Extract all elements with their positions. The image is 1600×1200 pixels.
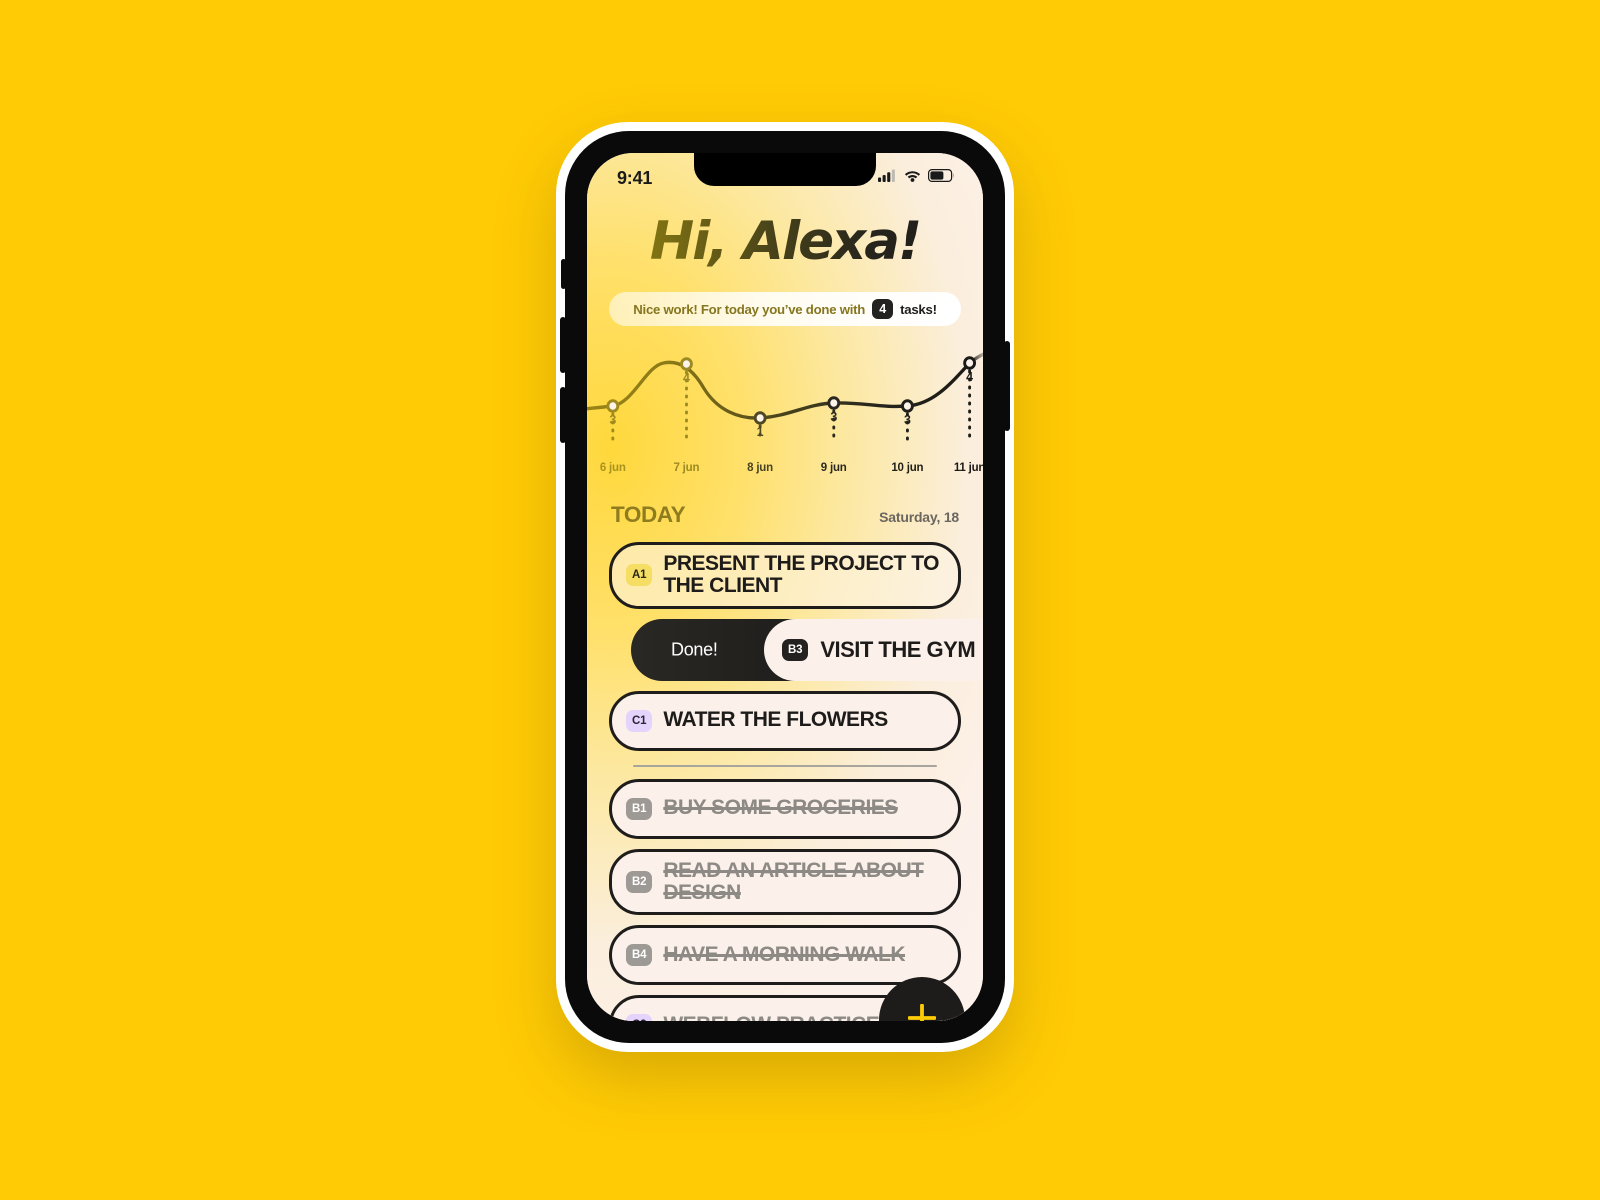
chart-xlabel-0: 6 jun [599,462,626,474]
chart-xlabel-2: 8 jun [747,462,773,474]
chart-value-3: 3 [830,409,837,424]
task-tag-c1: C1 [626,709,653,732]
task-label-a1: PRESENT THE PROJECT TO THE CLIENT [663,552,939,598]
task-row-b1[interactable]: B1 BUY SOME GROCERIES [609,778,961,839]
status-bar-time: 9:41 [617,167,653,188]
status-bar: 9:41 [587,153,983,199]
task-label-b2: READ AN ARTICLE ABOUT DESIGN [663,858,924,904]
page-title: Hi, Alexa! [587,211,983,272]
task-tag-b4: B4 [626,944,653,966]
task-row-b2[interactable]: B2 READ AN ARTICLE ABOUT DESIGN [609,848,961,915]
wifi-icon [904,169,921,187]
phone-screen: 9:41 Hi, Alexa! Nice work! For today you… [587,153,983,1021]
chart-value-0: 3 [609,412,616,427]
task-label-c1: WATER THE FLOWERS [663,708,888,732]
task-card-b3[interactable]: B3 VISIT THE GYM [764,618,983,681]
chart-xlabel-1: 7 jun [673,462,700,474]
chart-value-2: 1 [757,424,764,439]
task-tag-a1: A1 [626,564,653,587]
chart-value-1: 4 [683,370,690,385]
task-row-a1[interactable]: A1 PRESENT THE PROJECT TO THE CLIENT [609,542,961,609]
chart-xlabel-5: 11 jun [953,462,983,474]
task-label-b3: VISIT THE GYM [820,636,976,662]
chart-droplines [611,361,972,441]
task-label-b4: HAVE A MORNING WALK [663,942,906,966]
task-row-b3-swiped[interactable]: Done! B3 VISIT THE GYM [609,618,983,681]
progress-banner: Nice work! For today you’ve done with 4 … [609,292,961,326]
phone-device: 9:41 Hi, Alexa! Nice work! For today you… [556,122,1014,1052]
task-row-c1[interactable]: C1 WATER THE FLOWERS [609,690,961,751]
app-content: Hi, Alexa! Nice work! For today you’ve d… [587,153,983,1021]
weekly-activity-chart: 3 4 1 3 3 4 6 jun 7 jun 8 jun 9 jun 10 j… [587,332,983,484]
task-tag-b3: B3 [782,638,809,661]
power-button[interactable] [1004,341,1010,431]
task-list: A1 PRESENT THE PROJECT TO THE CLIENT Don… [587,542,983,1021]
battery-icon [928,169,955,187]
banner-trail-text: tasks! [900,301,937,317]
today-date: Saturday, 18 [879,509,959,525]
status-bar-icons [878,165,955,187]
task-row-b4[interactable]: B4 HAVE A MORNING WALK [609,925,961,985]
chart-x-axis-labels: 6 jun 7 jun 8 jun 9 jun 10 jun 11 jun [587,462,983,480]
chart-value-5: 4 [966,369,973,384]
phone-frame: 9:41 Hi, Alexa! Nice work! For today you… [560,131,1010,1043]
task-tag-c2: C2 [626,1014,653,1021]
task-tag-b1: B1 [626,797,653,820]
swipe-done-action[interactable]: Done! [671,639,718,660]
chart-svg: 3 4 1 3 3 4 [587,352,983,441]
chart-xlabel-4: 10 jun [891,462,924,474]
chart-xlabel-3: 9 jun [820,462,847,474]
volume-up-button[interactable] [560,317,566,373]
today-header: TODAY Saturday, 18 [587,502,983,528]
chart-value-4: 3 [904,412,911,427]
silent-switch[interactable] [561,259,566,289]
cellular-signal-icon [878,169,897,187]
completed-divider [633,764,937,767]
task-tag-b2: B2 [626,870,653,893]
plus-icon [902,998,942,1021]
banner-task-count: 4 [872,299,894,319]
today-title: TODAY [611,502,686,527]
banner-lead-text: Nice work! For today you’ve done with [633,301,866,317]
screenshot-stage: 9:41 Hi, Alexa! Nice work! For today you… [0,0,1600,1200]
task-label-b1: BUY SOME GROCERIES [663,796,898,820]
volume-down-button[interactable] [560,387,566,443]
